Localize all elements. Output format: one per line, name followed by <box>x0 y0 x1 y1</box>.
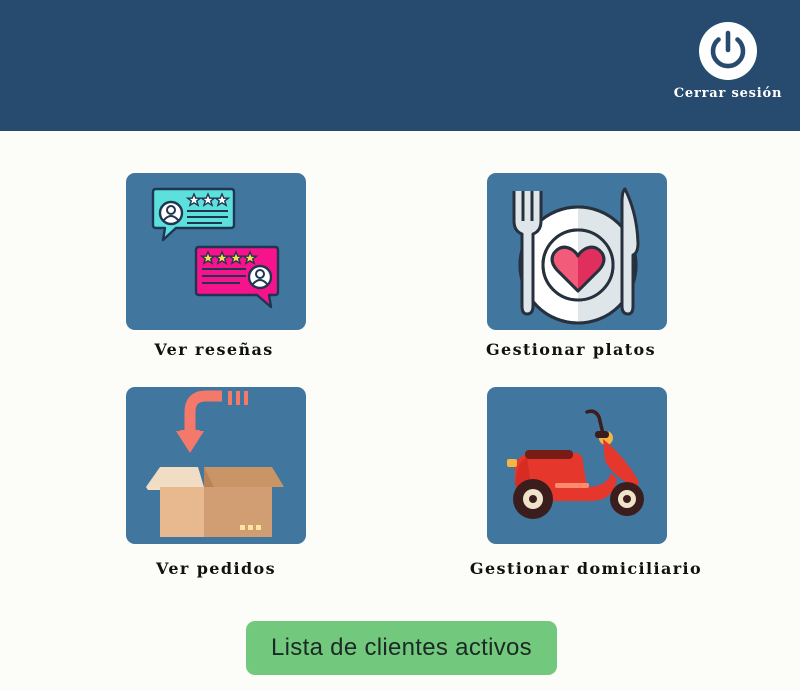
reviews-icon <box>151 187 280 309</box>
delivery-card[interactable] <box>487 387 667 544</box>
scooter-icon <box>507 409 644 519</box>
active-clients-list-button[interactable]: Lista de clientes activos <box>246 621 557 675</box>
plates-card[interactable] <box>487 173 667 330</box>
delivery-label[interactable]: Gestionar domiciliario <box>436 559 736 578</box>
package-box-icon <box>146 390 284 537</box>
top-header: Cerrar sesión <box>0 0 800 131</box>
logout-label: Cerrar sesión <box>673 86 783 101</box>
logout-button[interactable]: Cerrar sesión <box>668 18 788 110</box>
orders-label[interactable]: Ver pedidos <box>66 559 366 578</box>
orders-card[interactable] <box>126 387 306 544</box>
reviews-card[interactable] <box>126 173 306 330</box>
reviews-label[interactable]: Ver reseñas <box>64 340 364 359</box>
plates-label[interactable]: Gestionar platos <box>421 340 721 359</box>
power-icon <box>699 22 757 80</box>
plate-cutlery-icon <box>512 187 640 325</box>
